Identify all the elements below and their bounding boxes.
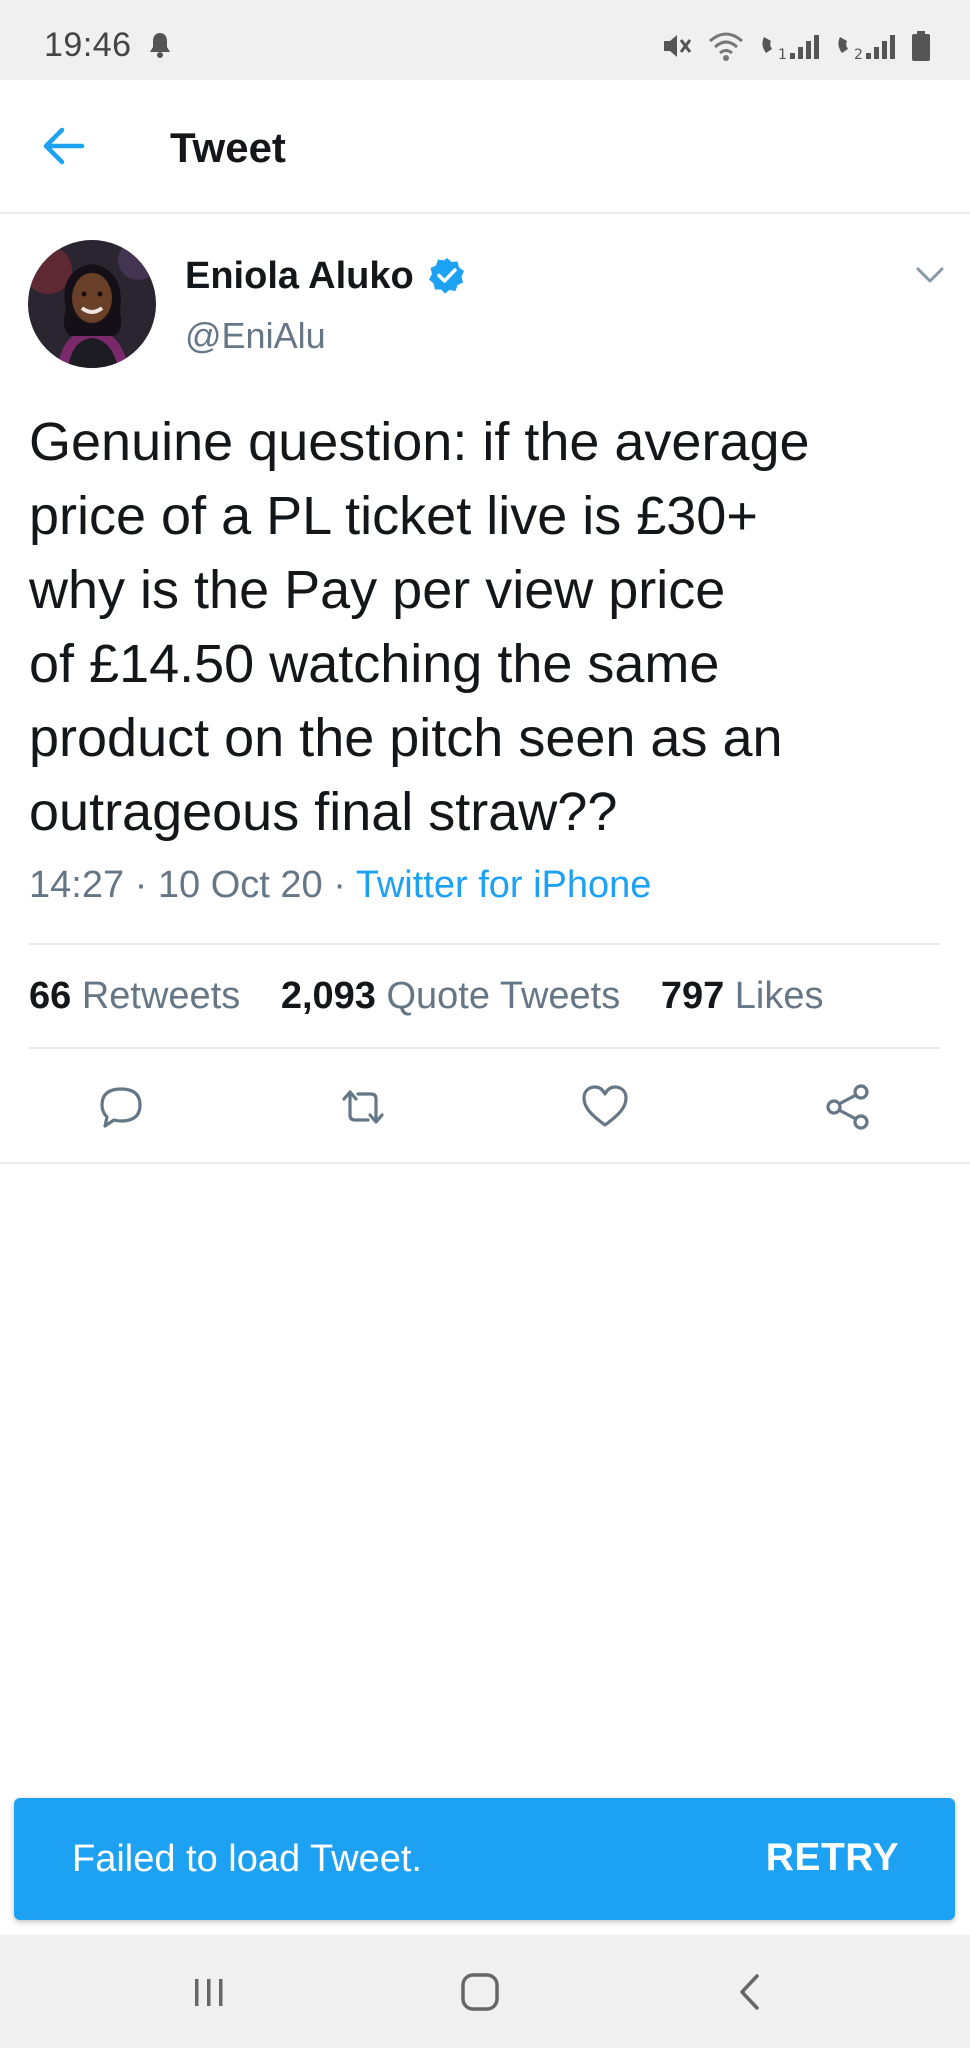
page-title: Tweet — [170, 124, 286, 171]
status-time: 19:46 — [44, 26, 132, 64]
likes-stat[interactable]: 797 Likes — [661, 975, 824, 1017]
reply-icon[interactable] — [96, 1082, 146, 1132]
verified-badge-icon — [429, 258, 464, 294]
avatar[interactable] — [28, 240, 156, 368]
avatar-image — [28, 240, 156, 368]
tweet-meta: 14:27 · 10 Oct 20 · Twitter for iPhone — [29, 864, 651, 907]
tweet-text-line: price of a PL ticket live is £30+ — [29, 486, 758, 546]
svg-text:1: 1 — [778, 47, 787, 63]
likes-label: Likes — [734, 975, 824, 1017]
home-icon[interactable] — [455, 1967, 505, 2017]
svg-text:2: 2 — [854, 47, 863, 63]
quote-tweets-stat[interactable]: 2,093 Quote Tweets — [281, 975, 620, 1017]
back-icon[interactable] — [726, 1967, 776, 2017]
signal-sim1-icon: 1 — [762, 35, 819, 63]
recent-apps-icon[interactable] — [184, 1967, 234, 2017]
retweet-icon[interactable] — [338, 1082, 388, 1132]
tweet-text: Genuine question: if the average price o… — [29, 405, 949, 849]
status-icons: 1 2 — [660, 26, 932, 66]
quote-tweets-count: 2,093 — [280, 975, 376, 1017]
battery-icon — [912, 31, 930, 61]
retweets-stat[interactable]: 66 Retweets — [29, 975, 240, 1017]
back-arrow-icon[interactable] — [36, 118, 96, 174]
tweet-text-line: product on the pitch seen as an — [29, 708, 783, 768]
tweet-stats: 66 Retweets 2,093 Quote Tweets 797 Likes — [29, 975, 854, 1018]
divider — [29, 1047, 941, 1049]
tweet-text-line: why is the Pay per view price — [29, 560, 726, 620]
tweet-time: 14:27 — [29, 864, 125, 906]
system-nav-bar — [0, 1935, 970, 2048]
divider — [0, 1162, 970, 1164]
signal-sim2-icon: 2 — [838, 35, 895, 63]
tweet-text-line: of £14.50 watching the same — [29, 634, 720, 694]
meta-separator: · — [322, 864, 356, 906]
app-header: Tweet — [0, 80, 970, 214]
chevron-down-icon[interactable] — [912, 260, 948, 290]
tweet-text-line: outrageous final straw?? — [29, 782, 618, 842]
retry-button[interactable]: RETRY — [766, 1836, 899, 1880]
like-heart-icon[interactable] — [580, 1082, 630, 1132]
share-icon[interactable] — [823, 1082, 873, 1132]
author-name[interactable]: Eniola Aluko — [185, 255, 414, 298]
status-bar: 19:46 1 2 — [0, 0, 970, 80]
tweet-text-line: Genuine question: if the average — [29, 412, 810, 472]
quote-tweets-label: Quote Tweets — [386, 975, 621, 1017]
snackbar-message: Failed to load Tweet. — [72, 1838, 422, 1880]
author-handle[interactable]: @EniAlu — [185, 315, 326, 357]
retweets-count: 66 — [29, 975, 72, 1017]
likes-count: 797 — [660, 975, 725, 1017]
wifi-icon — [709, 32, 743, 61]
retweets-label: Retweets — [81, 975, 241, 1017]
alert-icon — [150, 33, 170, 58]
error-snackbar: Failed to load Tweet. RETRY — [14, 1798, 955, 1920]
tweet-detail-screen: 19:46 1 2 Tweet Eniola Aluko @EniAlu Gen… — [0, 0, 970, 2048]
tweet-source-link[interactable]: Twitter for iPhone — [356, 864, 652, 906]
divider — [29, 943, 941, 945]
mute-icon — [664, 35, 692, 57]
meta-separator: · — [124, 864, 158, 906]
tweet-date: 10 Oct 20 — [157, 864, 323, 906]
